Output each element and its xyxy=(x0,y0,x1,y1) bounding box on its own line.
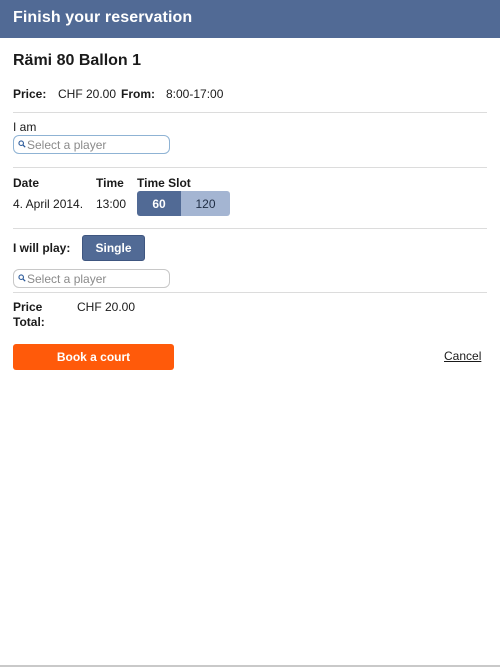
price-label: Price: xyxy=(13,87,47,101)
modal-title: Finish your reservation xyxy=(13,9,193,26)
search-icon xyxy=(18,274,26,282)
from-label: From: xyxy=(121,87,155,101)
court-name: Rämi 80 Ballon 1 xyxy=(13,52,142,69)
divider xyxy=(13,228,487,229)
book-court-button[interactable]: Book a court xyxy=(13,344,174,370)
slot-option-60[interactable]: 60 xyxy=(137,191,181,216)
divider xyxy=(13,167,487,168)
from-value: 8:00-17:00 xyxy=(166,87,224,101)
court-info-row: Price: CHF 20.00 From: 8:00-17:00 xyxy=(13,87,223,101)
play-mode-label: I will play: xyxy=(13,241,71,255)
self-player-input[interactable] xyxy=(27,137,167,152)
time-slot-header: Time Slot xyxy=(137,176,191,190)
slot-option-120[interactable]: 120 xyxy=(181,191,230,216)
divider xyxy=(13,292,487,293)
date-value: 4. April 2014. xyxy=(13,197,84,211)
partner-player-input[interactable] xyxy=(27,271,167,286)
single-mode-button[interactable]: Single xyxy=(82,235,145,261)
self-player-field[interactable] xyxy=(13,135,170,154)
price-total-value: CHF 20.00 xyxy=(77,300,136,314)
date-header: Date xyxy=(13,176,40,190)
divider xyxy=(13,112,487,113)
time-header: Time xyxy=(96,176,124,190)
price-total-label: Price Total: xyxy=(13,300,45,329)
partner-player-field[interactable] xyxy=(13,269,170,288)
search-icon xyxy=(18,140,26,148)
price-value: CHF 20.00 xyxy=(58,87,117,101)
cancel-link[interactable]: Cancel xyxy=(444,349,481,363)
i-am-label: I am xyxy=(13,120,37,134)
modal-header: Finish your reservation xyxy=(0,0,500,38)
time-slot-selector: 60 120 xyxy=(137,191,230,216)
time-value: 13:00 xyxy=(96,197,127,211)
